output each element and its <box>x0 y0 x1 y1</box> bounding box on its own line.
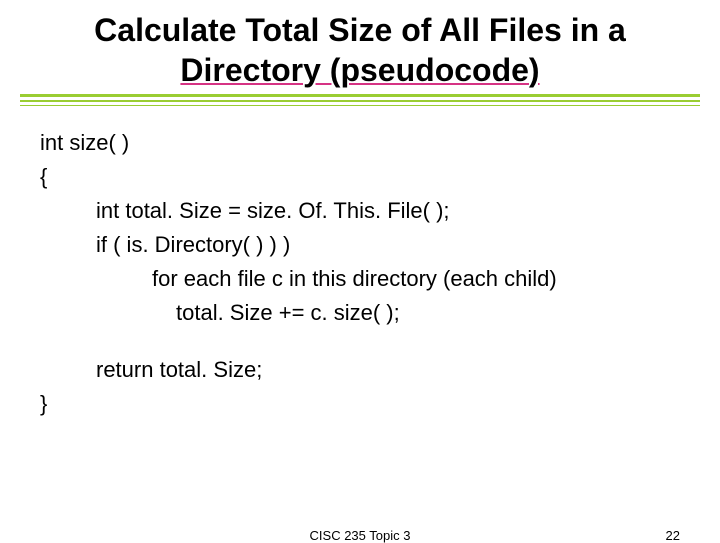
slide-title: Calculate Total Size of All Files in a D… <box>0 0 720 90</box>
footer-center: CISC 235 Topic 3 <box>0 528 720 543</box>
code-line: { <box>40 160 680 194</box>
title-line-2: Directory (pseudocode) <box>180 52 539 88</box>
code-line: int total. Size = size. Of. This. File( … <box>40 194 680 228</box>
pseudocode-block: int size( ) { int total. Size = size. Of… <box>0 106 720 421</box>
code-line: int size( ) <box>40 126 680 160</box>
code-line: } <box>40 387 680 421</box>
code-line: if ( is. Directory( ) ) ) <box>40 228 680 262</box>
code-line: return total. Size; <box>40 353 680 387</box>
divider-lines <box>20 94 700 106</box>
code-line: for each file c in this directory (each … <box>40 262 680 296</box>
code-line: total. Size += c. size( ); <box>40 296 680 330</box>
page-number: 22 <box>666 528 680 543</box>
title-line-1: Calculate Total Size of All Files in a <box>94 12 626 48</box>
